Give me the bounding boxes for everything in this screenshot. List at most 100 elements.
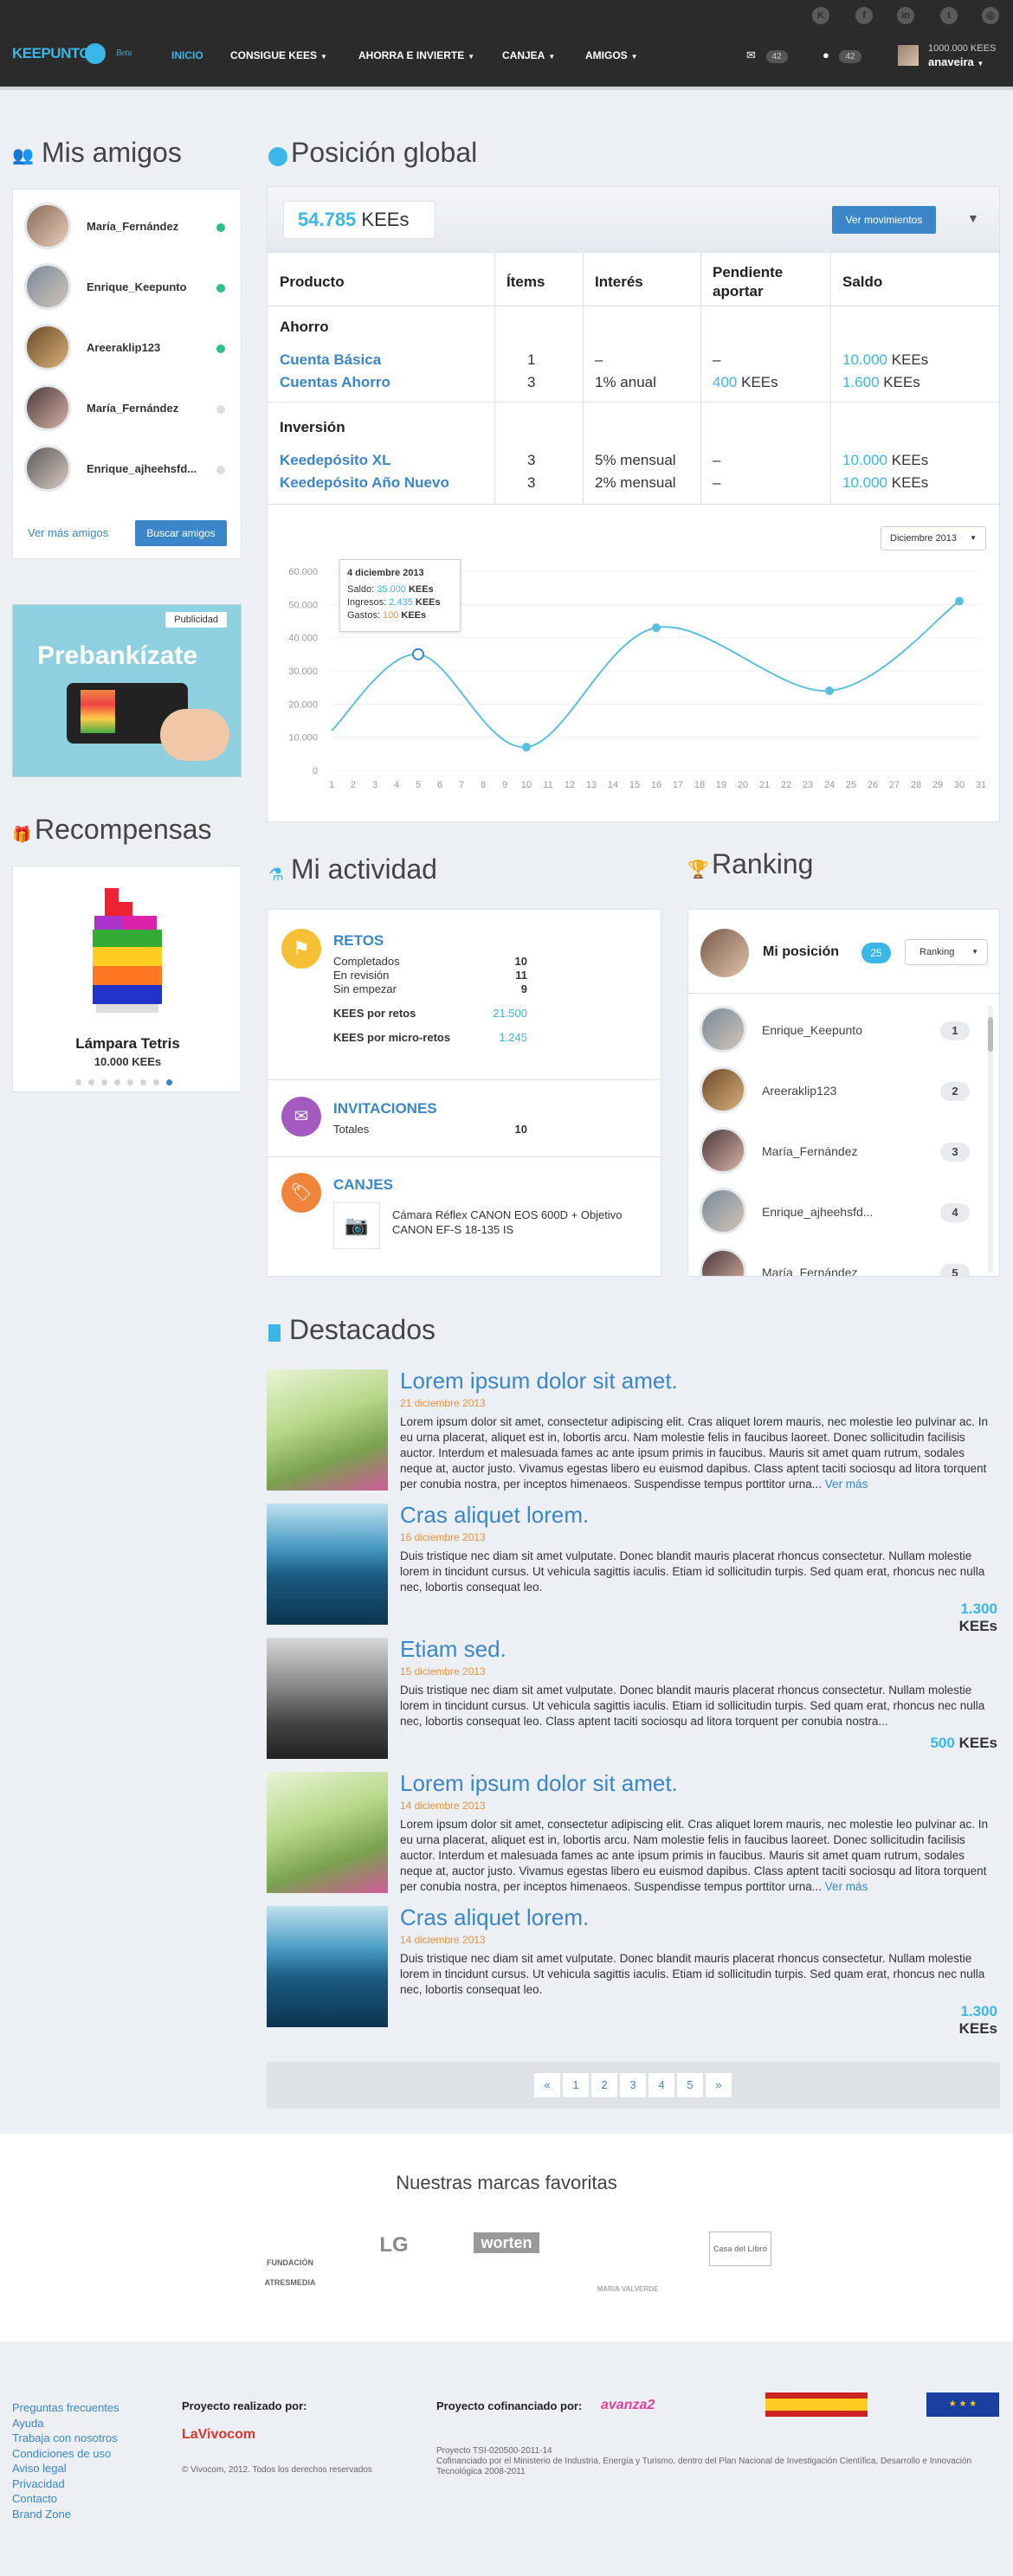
featured-title[interactable]: Lorem ipsum dolor sit amet. <box>400 1770 678 1797</box>
interest-value: 5% mensual <box>595 452 676 468</box>
brand-logo[interactable]: Casa del Libro <box>701 2231 779 2266</box>
invitaciones-title[interactable]: INVITACIONES <box>333 1100 437 1117</box>
featured-title[interactable]: Cras aliquet lorem. <box>400 1904 589 1931</box>
instagram-icon[interactable]: ◎ <box>982 7 999 24</box>
carousel-dot[interactable] <box>127 1079 133 1085</box>
data-point[interactable] <box>652 623 661 633</box>
period-select[interactable]: Diciembre 2013 ▼ <box>881 526 986 551</box>
carousel-dot[interactable] <box>166 1079 172 1085</box>
tag-icon: 🏷 <box>281 1173 321 1213</box>
my-position-badge: 25 <box>861 943 891 963</box>
footer-link[interactable]: Aviso legal <box>12 2462 67 2475</box>
read-more-link[interactable]: Ver más <box>825 1478 868 1491</box>
nav-amigos[interactable]: AMIGOS ▼ <box>585 49 638 61</box>
pending-value: 400 KEEs <box>713 374 778 390</box>
user-avatar[interactable] <box>898 45 919 66</box>
carousel-dot[interactable] <box>88 1079 94 1085</box>
footer-link[interactable]: Brand Zone <box>12 2508 71 2521</box>
featured-text: Duis tristique nec diam sit amet vulputa… <box>400 1549 985 1594</box>
x-tick-label: 15 <box>629 780 640 790</box>
read-more-link[interactable]: Ver más <box>825 1880 868 1893</box>
featured-image[interactable] <box>267 1369 388 1491</box>
retos-revision-value: 11 <box>515 969 527 982</box>
facebook-icon[interactable]: f <box>855 7 873 24</box>
data-point[interactable] <box>412 647 424 660</box>
canjes-title[interactable]: CANJES <box>333 1176 393 1194</box>
carousel-dot[interactable] <box>140 1079 146 1085</box>
featured-image[interactable] <box>267 1906 388 2027</box>
collapse-chevron-icon[interactable]: ▼ <box>967 211 979 225</box>
page-button[interactable]: 3 <box>619 2072 647 2098</box>
carousel-dot[interactable] <box>75 1079 81 1085</box>
view-movements-button[interactable]: Ver movimientos <box>832 206 936 234</box>
messages-button[interactable]: ✉ 42 <box>746 48 788 63</box>
page-button[interactable]: 4 <box>648 2072 675 2098</box>
prev-page-button[interactable]: « <box>533 2072 561 2098</box>
product-cuentas-ahorro[interactable]: Cuentas Ahorro <box>280 374 390 391</box>
canje-item[interactable]: Cámara Réflex CANON EOS 600D + Objetivo … <box>392 1208 643 1237</box>
page-button[interactable]: 2 <box>590 2072 618 2098</box>
featured-image[interactable] <box>267 1504 388 1625</box>
ranking-item[interactable]: Enrique_Keepunto 1 <box>700 1006 977 1058</box>
data-point[interactable] <box>955 596 964 606</box>
ranking-select[interactable]: Ranking ▼ <box>905 939 988 965</box>
featured-title[interactable]: Etiam sed. <box>400 1636 506 1663</box>
brand-logo[interactable]: LG <box>355 2233 433 2257</box>
product-cuenta-basica[interactable]: Cuenta Básica <box>280 351 381 369</box>
friend-item[interactable]: María_Fernández <box>24 384 241 435</box>
footer-link[interactable]: Ayuda <box>12 2417 44 2430</box>
ad-banner[interactable]: Publicidad Prebankízate <box>12 604 242 777</box>
footer-link[interactable]: Preguntas frecuentes <box>12 2401 119 2414</box>
twitter-icon[interactable]: t <box>940 7 958 24</box>
ranking-item[interactable]: María_Fernández 5 <box>700 1248 977 1276</box>
brand-logo[interactable]: FUNDACIÓN ATRESMEDIA <box>251 2251 329 2290</box>
product-keedeposito-ano-nuevo[interactable]: Keedepósito Año Nuevo <box>280 474 449 492</box>
retos-title[interactable]: RETOS <box>333 932 384 950</box>
friend-item[interactable]: Areeraklip123 <box>24 324 241 374</box>
next-page-button[interactable]: » <box>705 2072 732 2098</box>
featured-image[interactable] <box>267 1638 388 1759</box>
search-friends-button[interactable]: Buscar amigos <box>135 520 227 546</box>
data-point[interactable] <box>825 686 834 695</box>
ranking-item[interactable]: Enrique_ajheehsfd... 4 <box>700 1188 977 1240</box>
footer-link[interactable]: Privacidad <box>12 2477 65 2490</box>
page-button[interactable]: 5 <box>676 2072 704 2098</box>
globe-icon <box>268 147 287 166</box>
logo[interactable]: KEEPUNTO <box>12 45 91 62</box>
status-dot <box>216 405 225 414</box>
friend-item[interactable]: Enrique_ajheehsfd... <box>24 445 241 495</box>
featured-title[interactable]: Cras aliquet lorem. <box>400 1502 589 1529</box>
k-icon[interactable]: K <box>812 7 829 24</box>
footer-link[interactable]: Condiciones de uso <box>12 2447 111 2460</box>
nav-consigue-kees[interactable]: CONSIGUE KEES ▼ <box>230 49 327 61</box>
featured-title: Destacados <box>289 1314 436 1345</box>
brand-logo[interactable]: worten <box>468 2232 545 2253</box>
x-tick-label: 2 <box>351 780 356 790</box>
ranking-item[interactable]: Areeraklip123 2 <box>700 1066 977 1118</box>
nav-ahorra-invierte[interactable]: AHORRA E INVIERTE ▼ <box>358 49 474 61</box>
carousel-dot[interactable] <box>114 1079 120 1085</box>
vivocom-logo[interactable]: LaVivocom <box>182 2427 255 2443</box>
nav-canjea[interactable]: CANJEA ▼ <box>502 49 555 61</box>
notifications-button[interactable]: ● 42 <box>823 48 861 63</box>
carousel-dot[interactable] <box>153 1079 159 1085</box>
page-button[interactable]: 1 <box>562 2072 590 2098</box>
footer-link[interactable]: Contacto <box>12 2492 57 2505</box>
brand-logo[interactable]: MARIA VALVERDE <box>589 2277 667 2296</box>
carousel-dot[interactable] <box>101 1079 107 1085</box>
camera-icon[interactable]: 📷 <box>333 1202 380 1249</box>
x-tick-label: 12 <box>565 780 575 790</box>
featured-title[interactable]: Lorem ipsum dolor sit amet. <box>400 1368 678 1394</box>
footer-link[interactable]: Trabaja con nosotros <box>12 2431 118 2444</box>
featured-image[interactable] <box>267 1772 388 1893</box>
ranking-scrollbar[interactable] <box>988 1005 993 1273</box>
friend-item[interactable]: Enrique_Keepunto <box>24 263 241 313</box>
ranking-item[interactable]: María_Fernández 3 <box>700 1127 977 1179</box>
nav-inicio[interactable]: INICIO <box>171 49 203 61</box>
user-menu[interactable]: anaveira ▼ <box>928 55 984 68</box>
linkedin-icon[interactable]: in <box>897 7 914 24</box>
data-point[interactable] <box>522 743 531 752</box>
friend-item[interactable]: María_Fernández <box>24 203 241 253</box>
more-friends-link[interactable]: Ver más amigos <box>28 526 108 539</box>
product-keedeposito-xl[interactable]: Keedepósito XL <box>280 452 390 469</box>
